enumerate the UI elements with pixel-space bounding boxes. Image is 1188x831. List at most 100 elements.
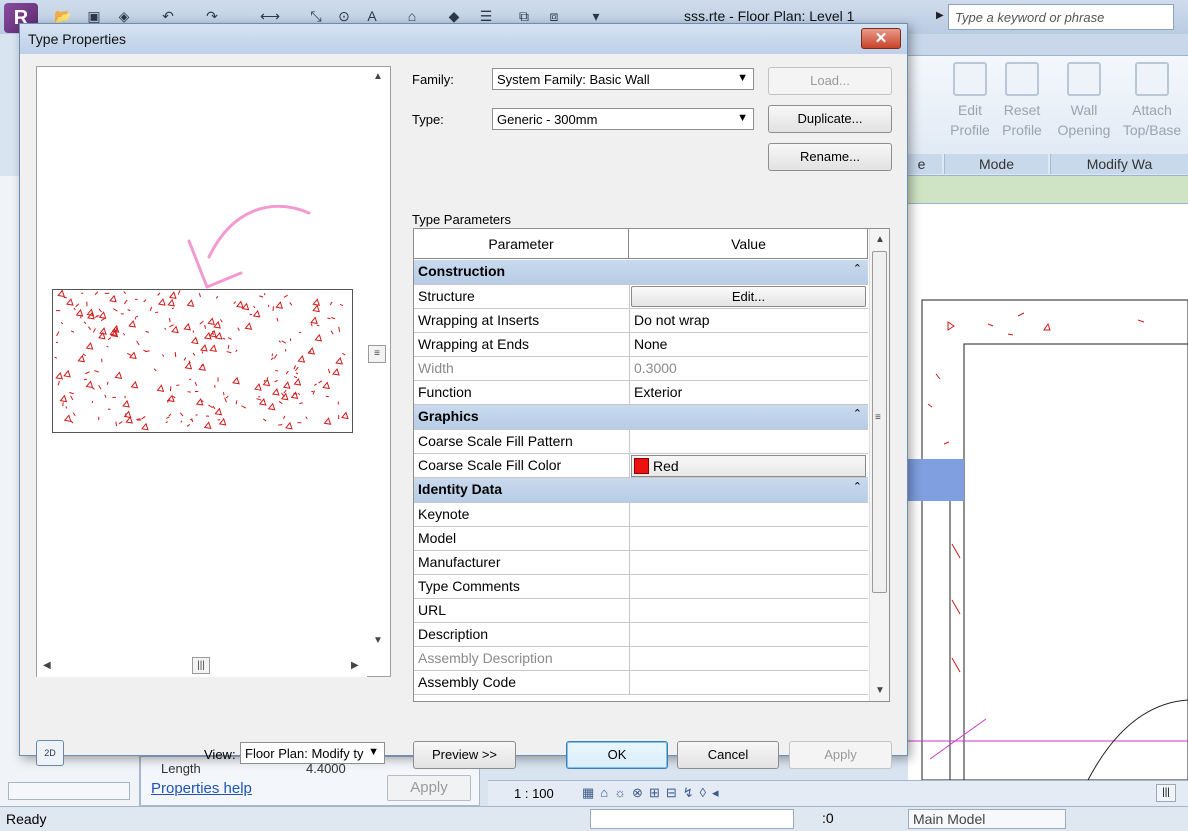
switch-windows-icon[interactable]: ⧈ — [546, 8, 562, 24]
scroll-down-icon[interactable]: ▼ — [373, 635, 383, 646]
type-select[interactable]: Generic - 300mm ▼ — [492, 108, 754, 130]
close-hidden-icon[interactable]: ⧉ — [516, 8, 532, 24]
hatch-stroke — [113, 309, 117, 312]
hatch-stroke — [223, 392, 224, 395]
view-label: View: — [204, 747, 236, 762]
param-row-function[interactable]: Function Exterior — [414, 381, 868, 405]
view-control-icons[interactable]: ▦⌂☼⊗⊞⊟↯◊◂ — [582, 785, 725, 801]
hatch-stroke — [188, 300, 194, 306]
grid-vertical-scrollbar[interactable]: ▲ ≡ ▼ — [869, 229, 889, 701]
search-expand-icon[interactable]: ▶ — [936, 10, 944, 21]
param-value[interactable]: Exterior — [634, 384, 682, 400]
family-select[interactable]: System Family: Basic Wall ▼ — [492, 68, 754, 90]
undo-icon[interactable]: ↶ — [160, 8, 176, 24]
cancel-button[interactable]: Cancel — [677, 741, 779, 769]
active-model-dropdown[interactable]: Main Model — [908, 809, 1066, 829]
rename-button[interactable]: Rename... — [768, 143, 892, 171]
param-row-fill-pattern[interactable]: Coarse Scale Fill Pattern — [414, 430, 868, 454]
param-row-structure[interactable]: Structure Edit... — [414, 285, 868, 309]
family-value: System Family: Basic Wall — [497, 72, 650, 87]
search-input[interactable]: Type a keyword or phrase — [948, 4, 1174, 30]
thin-lines-icon[interactable]: ☰ — [478, 8, 494, 24]
preview-vertical-scrollbar[interactable]: ▲ ≡ ▼ — [367, 67, 389, 657]
param-row-assembly-code[interactable]: Assembly Code — [414, 671, 868, 695]
horizontal-scroll-thumb[interactable]: ||| — [192, 657, 210, 674]
preview-view-select[interactable]: Floor Plan: Modify ty ▼ — [240, 742, 385, 764]
preview-button[interactable]: Preview >> — [413, 741, 516, 769]
ok-button[interactable]: OK — [566, 741, 668, 769]
dialog-titlebar[interactable]: Type Properties ✕ — [20, 24, 907, 54]
param-row-type-comments[interactable]: Type Comments — [414, 575, 868, 599]
toggle-2d-3d-button[interactable]: 2D — [36, 740, 64, 766]
scroll-down-icon[interactable]: ▼ — [875, 685, 885, 696]
hatch-stroke — [311, 317, 317, 323]
param-row-wrapping-inserts[interactable]: Wrapping at Inserts Do not wrap — [414, 309, 868, 333]
hatch-stroke — [283, 416, 285, 419]
3d-view-icon[interactable]: ⌂ — [404, 8, 420, 24]
hatch-stroke — [193, 353, 195, 356]
wall-opening-button[interactable]: Wall Opening — [1052, 62, 1116, 140]
wall-opening-label: Wall Opening — [1058, 102, 1111, 138]
open-icon[interactable]: 📂 — [54, 8, 70, 24]
collapse-icon[interactable]: ⌃ — [853, 262, 862, 275]
hatch-stroke — [124, 292, 126, 294]
hatch-stroke — [299, 403, 303, 404]
group-identity-data[interactable]: Identity Data ⌃ — [414, 478, 868, 503]
fill-color-button[interactable]: Red — [631, 455, 866, 477]
hatch-stroke — [137, 341, 140, 345]
hatch-stroke — [87, 343, 93, 349]
properties-help-link[interactable]: Properties help — [151, 780, 252, 797]
param-row-manufacturer[interactable]: Manufacturer — [414, 551, 868, 575]
param-value[interactable]: None — [634, 336, 667, 352]
drawing-canvas[interactable] — [908, 204, 1188, 780]
dimension-icon[interactable]: ⤡ — [308, 8, 324, 24]
customize-qat-icon[interactable]: ▾ — [588, 8, 604, 24]
close-button[interactable]: ✕ — [861, 28, 901, 49]
param-row-keynote[interactable]: Keynote — [414, 503, 868, 527]
vertical-scroll-thumb[interactable]: ≡ — [368, 345, 386, 363]
attach-top-base-button[interactable]: Attach Top/Base — [1118, 62, 1186, 140]
preview-horizontal-scrollbar[interactable]: ◀ ||| ▶ — [37, 655, 367, 677]
parameter-column-header[interactable]: Parameter — [414, 229, 629, 259]
value-column-header[interactable]: Value — [630, 229, 868, 259]
section-icon[interactable]: ◆ — [446, 8, 462, 24]
scroll-up-icon[interactable]: ▲ — [373, 71, 383, 82]
hatch-stroke — [162, 354, 163, 356]
preview-pane[interactable]: ▲ ≡ ▼ ◀ ||| ▶ — [36, 66, 391, 677]
scroll-left-icon[interactable]: ◀ — [43, 660, 51, 671]
workset-filter-dropdown[interactable] — [590, 809, 794, 829]
scroll-up-icon[interactable]: ▲ — [875, 234, 885, 245]
hatch-stroke — [286, 371, 288, 374]
collapse-icon[interactable]: ⌃ — [853, 480, 862, 493]
duplicate-button[interactable]: Duplicate... — [768, 105, 892, 133]
param-row-model[interactable]: Model — [414, 527, 868, 551]
grid-scroll-thumb[interactable]: ≡ — [872, 251, 887, 593]
param-value[interactable]: Do not wrap — [634, 312, 709, 328]
structure-edit-button[interactable]: Edit... — [631, 286, 866, 307]
sync-icon[interactable]: ◈ — [116, 8, 132, 24]
left-panel-scrollbar[interactable] — [8, 782, 130, 800]
param-row-width: Width 0.3000 — [414, 357, 868, 381]
save-icon[interactable]: ▣ — [86, 8, 102, 24]
measure-icon[interactable]: ⟷ — [260, 8, 276, 24]
hatch-stroke — [273, 306, 274, 311]
hatch-stroke — [150, 307, 152, 311]
hatch-stroke — [209, 405, 213, 408]
tag-icon[interactable]: ⊙ — [336, 8, 352, 24]
text-icon[interactable]: A — [364, 8, 380, 24]
hatch-stroke — [295, 367, 298, 371]
hatch-stroke — [315, 335, 321, 341]
group-construction[interactable]: Construction ⌃ — [414, 260, 868, 285]
param-row-description[interactable]: Description — [414, 623, 868, 647]
param-row-url[interactable]: URL — [414, 599, 868, 623]
redo-icon[interactable]: ↷ — [204, 8, 220, 24]
param-row-wrapping-ends[interactable]: Wrapping at Ends None — [414, 333, 868, 357]
reset-profile-button[interactable]: Reset Profile — [990, 62, 1054, 140]
group-graphics[interactable]: Graphics ⌃ — [414, 405, 868, 430]
collapse-icon[interactable]: ⌃ — [853, 407, 862, 420]
param-row-fill-color[interactable]: Coarse Scale Fill Color Red — [414, 454, 868, 478]
scroll-right-icon[interactable]: ▶ — [351, 660, 359, 671]
view-bar-scroll-icon[interactable]: ||| — [1156, 784, 1176, 802]
wall-section-preview — [52, 289, 353, 433]
view-scale[interactable]: 1 : 100 — [514, 786, 554, 801]
